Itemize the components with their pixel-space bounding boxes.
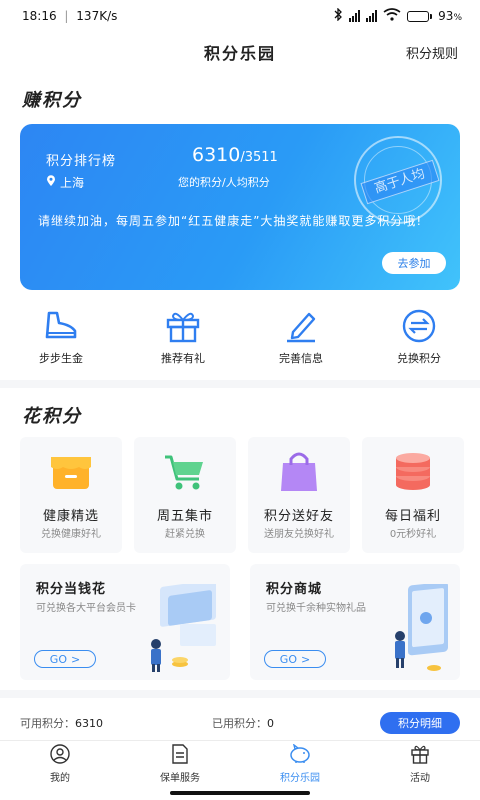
status-bar: 18:16 | 137K/s 93% — [0, 0, 480, 32]
bag-icon — [248, 449, 350, 499]
status-left: 18:16 | 137K/s — [22, 9, 118, 23]
gift-box-icon — [410, 744, 430, 767]
person-icon — [49, 743, 71, 767]
earn-item-exchange[interactable]: 兑换积分 — [364, 306, 474, 366]
pencil-icon — [246, 306, 356, 346]
status-right: 93% — [333, 7, 462, 24]
tab-activities[interactable]: 活动 — [360, 741, 480, 786]
location-pin-icon — [46, 175, 56, 190]
coins-icon — [362, 449, 464, 499]
go-button[interactable]: GO > — [34, 650, 96, 668]
signal-icon — [366, 10, 378, 22]
tab-policy-service[interactable]: 保单服务 — [120, 741, 240, 786]
arrow-right-icon: > — [70, 652, 81, 666]
spend-section-title: 花积分 — [22, 406, 82, 427]
bluetooth-icon — [333, 7, 343, 24]
piggy-bank-icon — [288, 742, 312, 767]
promo-points-mall[interactable]: 积分商城 可兑换千余种实物礼品 GO > — [250, 564, 460, 680]
header: 积分乐园 积分规则 — [0, 32, 480, 72]
phone-illustration-icon — [386, 581, 456, 678]
points-detail-button[interactable]: 积分明细 — [380, 712, 460, 734]
section-divider — [0, 690, 480, 698]
banner-message: 请继续加油，每周五参加“红五健康走”大抽奖就能赚取更多积分哦! — [38, 214, 423, 228]
wifi-icon — [383, 8, 401, 24]
earn-item-steps[interactable]: 步步生金 — [6, 306, 116, 366]
status-time: 18:16 — [22, 9, 57, 23]
tab-mine[interactable]: 我的 — [0, 741, 120, 786]
earn-section-title: 赚积分 — [22, 90, 82, 111]
section-divider — [0, 380, 480, 388]
location: 上海 — [46, 174, 84, 191]
join-button[interactable]: 去参加 — [382, 252, 446, 274]
exchange-icon — [364, 306, 474, 346]
battery-icon — [407, 10, 433, 22]
promo-points-as-cash[interactable]: 积分当钱花 可兑换各大平台会员卡 GO > — [20, 564, 230, 680]
rank-value: 6310/3511 — [192, 144, 278, 166]
rules-link[interactable]: 积分规则 — [406, 43, 458, 62]
spend-card-gift-friend[interactable]: 积分送好友 送朋友兑换好礼 — [248, 437, 350, 553]
earn-actions: 步步生金 推荐有礼 完善信息 兑换积分 — [0, 306, 480, 370]
spend-card-market[interactable]: 周五集市 赶紧兑换 — [134, 437, 236, 553]
earn-item-referral[interactable]: 推荐有礼 — [128, 306, 238, 366]
available-points: 可用积分：6310 — [20, 717, 103, 730]
page-title: 积分乐园 — [203, 44, 276, 63]
cards-illustration-icon — [140, 579, 226, 678]
shop-icon — [20, 449, 122, 499]
spend-card-health[interactable]: 健康精选 兑换健康好礼 — [20, 437, 122, 553]
rank-label: 积分排行榜 — [46, 154, 117, 169]
tab-points-park[interactable]: 积分乐园 — [240, 741, 360, 786]
earn-item-profile[interactable]: 完善信息 — [246, 306, 356, 366]
used-points: 已用积分：0 — [212, 717, 274, 730]
points-summary: 可用积分：6310 已用积分：0 积分明细 — [0, 706, 480, 740]
go-button[interactable]: GO > — [264, 650, 326, 668]
tab-bar: 我的 保单服务 积分乐园 活动 — [0, 740, 480, 786]
status-speed: 137K/s — [76, 9, 118, 23]
arrow-right-icon: > — [300, 652, 311, 666]
above-average-stamp: 高于人均 — [354, 136, 442, 224]
home-indicator[interactable] — [170, 791, 310, 795]
sneaker-icon — [6, 306, 116, 346]
battery-percent: 93% — [438, 9, 462, 23]
cart-icon — [134, 449, 236, 499]
rank-description: 您的积分/人均积分 — [178, 176, 270, 189]
document-icon — [170, 743, 190, 767]
gift-icon — [128, 306, 238, 346]
spend-card-daily[interactable]: 每日福利 0元秒好礼 — [362, 437, 464, 553]
ranking-banner[interactable]: 高于人均 积分排行榜 6310/3511 上海 您的积分/人均积分 请继续加油，… — [20, 124, 460, 290]
signal-icon — [349, 10, 361, 22]
